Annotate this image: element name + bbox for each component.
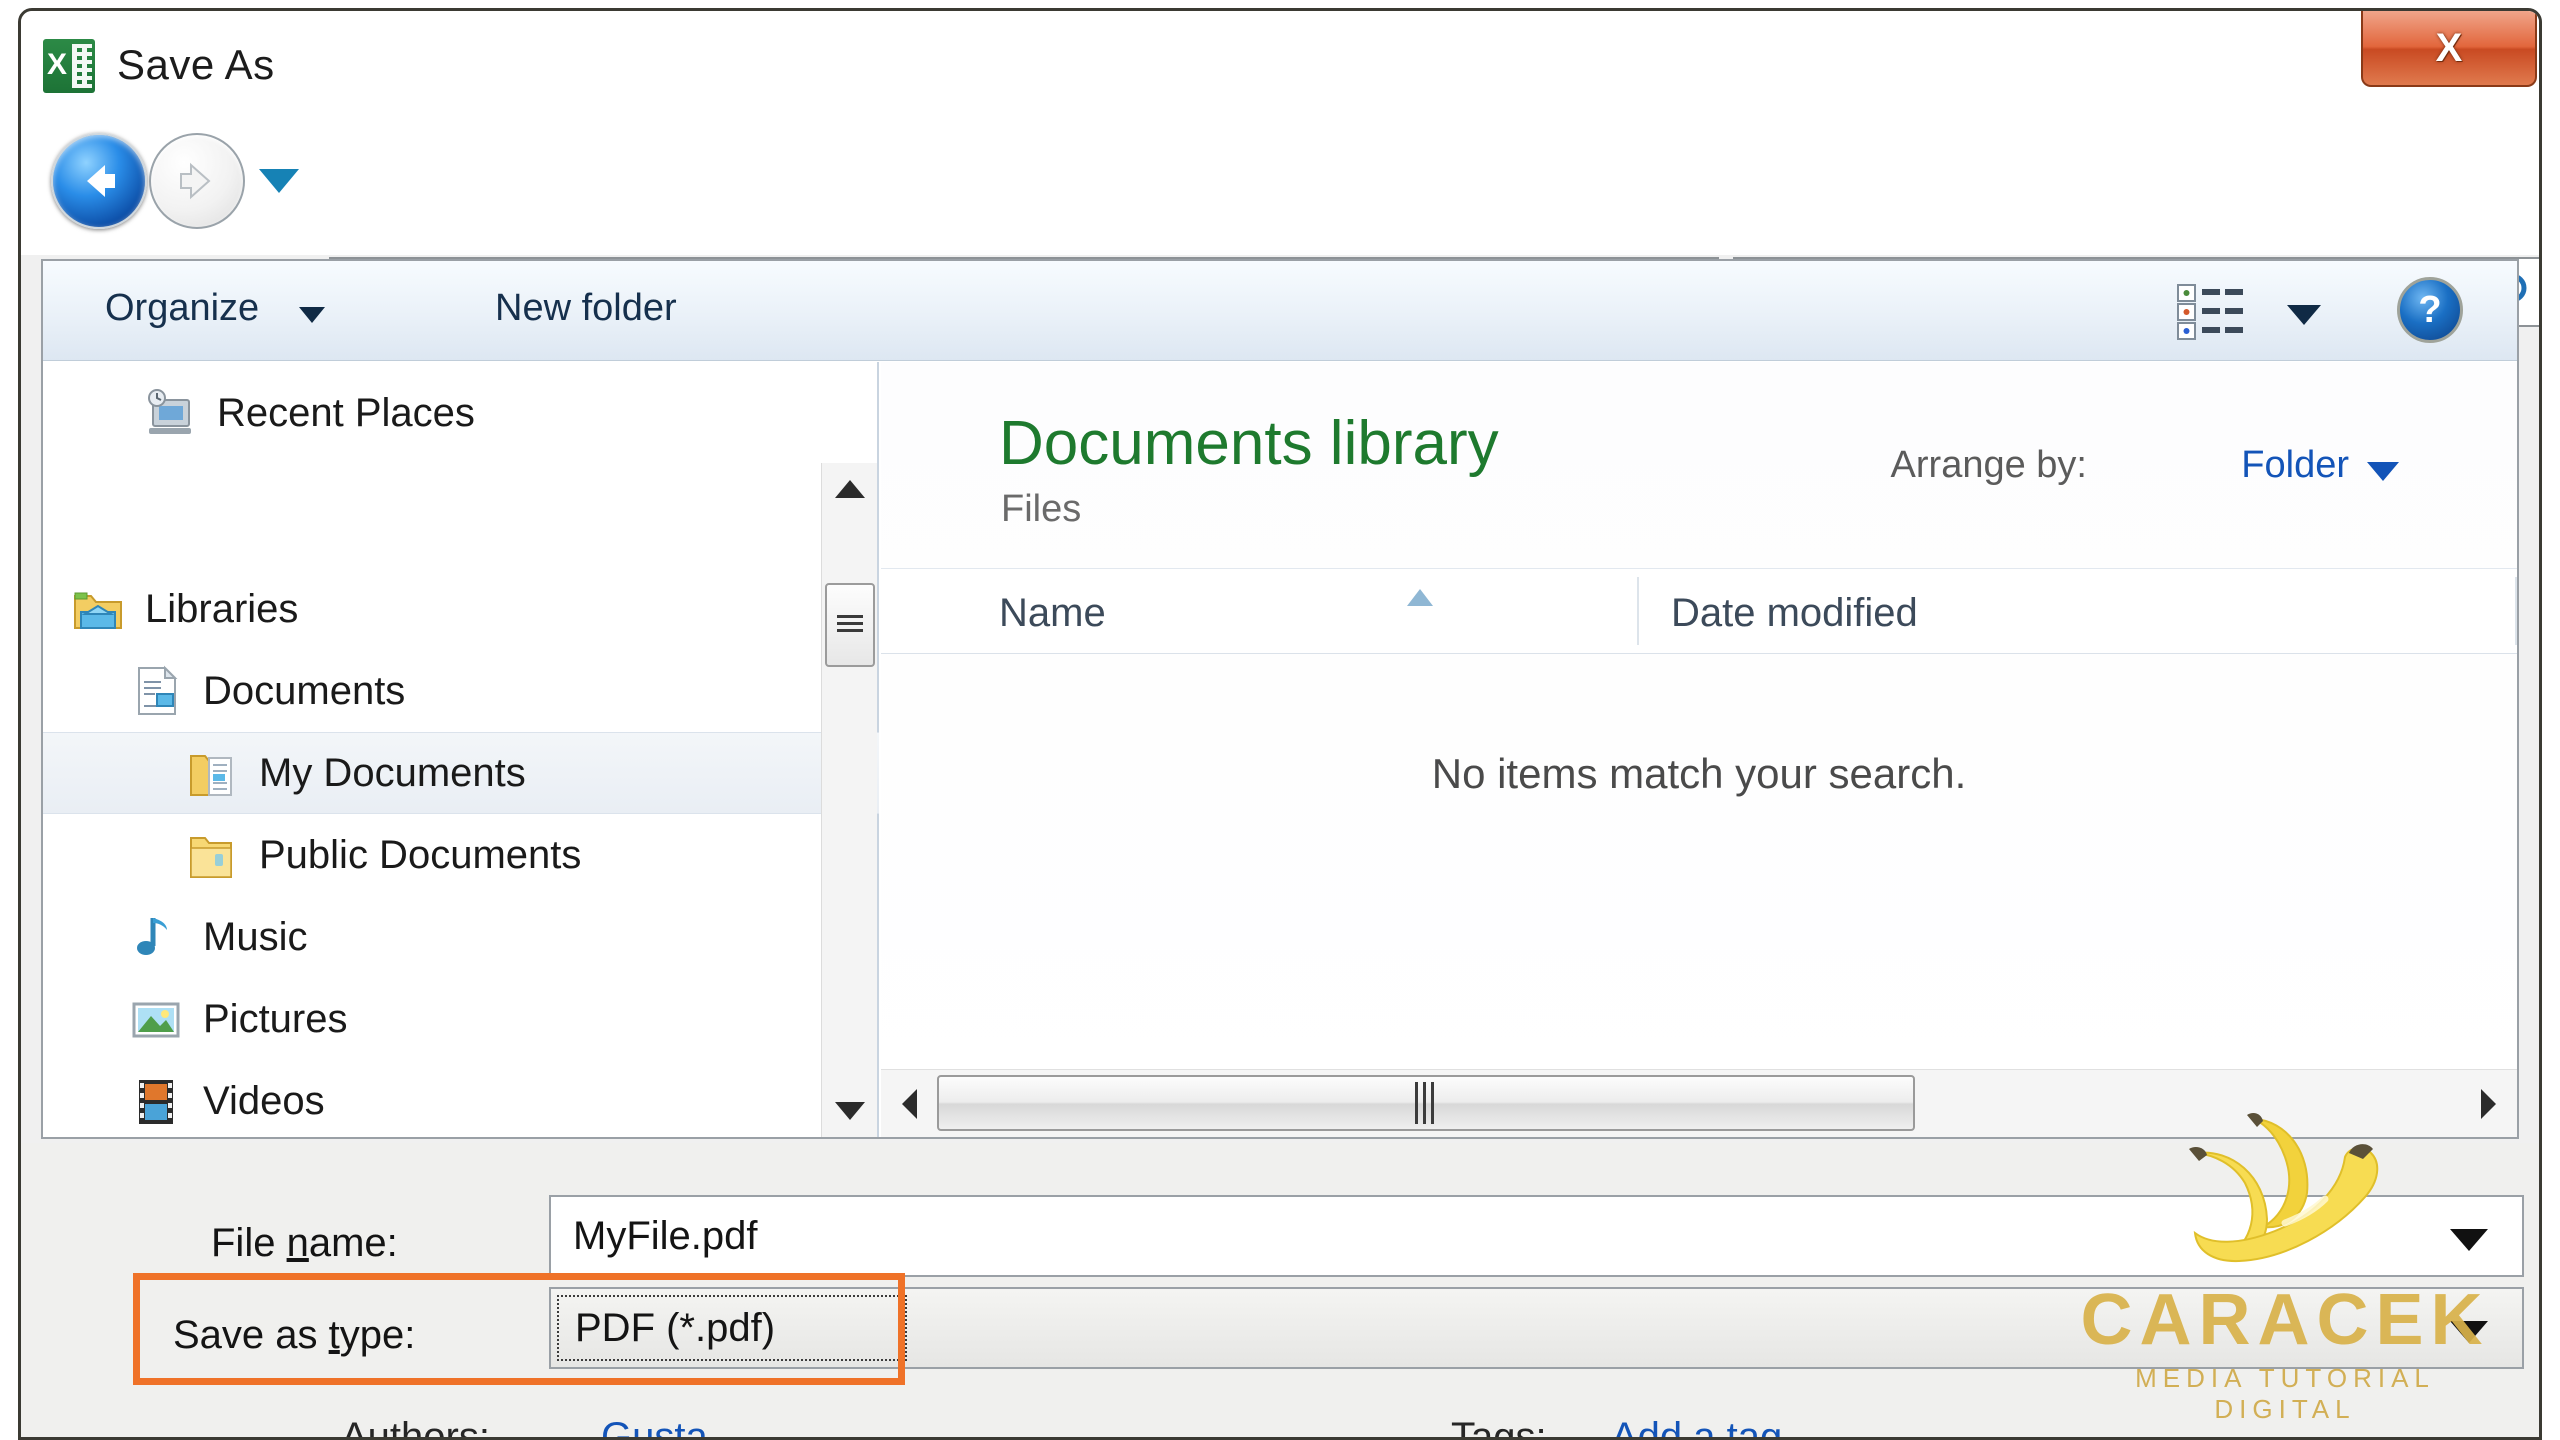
column-header-name[interactable]: Name xyxy=(999,589,1433,636)
file-name-input[interactable]: MyFile.pdf xyxy=(549,1195,2524,1277)
sidebar-item-libraries[interactable]: Libraries xyxy=(43,568,879,650)
sidebar-item-label: My Documents xyxy=(259,750,526,795)
list-view-icon[interactable] xyxy=(2177,283,2247,341)
recent-places-icon xyxy=(143,386,197,440)
my-documents-folder-icon xyxy=(185,746,239,800)
empty-state-message: No items match your search. xyxy=(1431,750,1967,797)
tags-label: Tags: xyxy=(1451,1415,1547,1440)
window-title: Save As xyxy=(117,41,275,88)
organize-button[interactable]: Organize xyxy=(105,287,259,330)
navigation-pane: Recent Places Libraries Documents My Doc… xyxy=(43,362,879,1137)
music-note-icon xyxy=(129,910,183,964)
forward-button[interactable] xyxy=(149,133,245,229)
scrollbar-thumb[interactable] xyxy=(825,583,875,667)
library-title: Documents library xyxy=(999,409,1499,478)
sidebar-item-recent-places[interactable]: Recent Places xyxy=(43,372,879,454)
save-as-type-value: PDF (*.pdf) xyxy=(575,1305,776,1350)
sidebar-item-documents[interactable]: Documents xyxy=(43,650,879,732)
sidebar-item-pictures[interactable]: Pictures xyxy=(43,978,879,1060)
sidebar-item-label: Libraries xyxy=(145,586,299,631)
column-divider[interactable] xyxy=(2515,577,2517,645)
scroll-left-arrow-icon[interactable] xyxy=(881,1070,937,1137)
view-dropdown-icon[interactable] xyxy=(2287,305,2321,325)
explorer-toolbar: Organize New folder ? xyxy=(43,261,2517,361)
navigation-bar: ▸ Libraries ▸ Documents ▸ Files Search F… xyxy=(21,115,2539,327)
help-question-icon: ? xyxy=(2418,288,2442,331)
sidebar-item-label: Public Documents xyxy=(259,832,582,877)
authors-value[interactable]: Gusta xyxy=(601,1415,708,1437)
chevron-down-icon[interactable] xyxy=(2450,1321,2488,1343)
column-divider[interactable] xyxy=(1637,577,1639,645)
column-headers: Name Date modified xyxy=(881,568,2517,654)
sidebar-item-label: Videos xyxy=(203,1078,325,1123)
sidebar-item-public-documents[interactable]: Public Documents xyxy=(43,814,879,896)
sidebar-item-label: Recent Places xyxy=(217,390,475,435)
tags-value[interactable]: Add a tag xyxy=(1611,1415,1782,1437)
chevron-down-icon[interactable] xyxy=(299,307,325,323)
sidebar-item-my-documents[interactable]: My Documents xyxy=(43,732,879,814)
sidebar-item-label: Documents xyxy=(203,668,406,713)
save-options-footer: File name: MyFile.pdf Save as type: PDF … xyxy=(21,1143,2539,1437)
forward-arrow-icon xyxy=(180,162,211,200)
sidebar-item-label: Music xyxy=(203,914,308,959)
chevron-down-icon[interactable] xyxy=(2367,462,2399,481)
metadata-row: Authors: Gusta Tags: Add a tag xyxy=(21,1415,2539,1440)
sidebar-item-music[interactable]: Music xyxy=(43,896,879,978)
authors-label: Authors: xyxy=(341,1415,490,1440)
excel-icon: X xyxy=(43,39,95,93)
save-as-type-select[interactable]: PDF (*.pdf) xyxy=(549,1287,2524,1369)
history-dropdown-icon[interactable] xyxy=(259,169,299,193)
libraries-icon xyxy=(71,582,125,636)
library-subtitle: Files xyxy=(1001,488,1082,530)
new-folder-button[interactable]: New folder xyxy=(495,287,677,330)
file-name-label: File name: xyxy=(211,1221,398,1265)
sidebar-item-videos[interactable]: Videos xyxy=(43,1060,879,1137)
horizontal-scrollbar[interactable] xyxy=(881,1069,2517,1137)
back-arrow-icon xyxy=(87,165,115,197)
scroll-down-arrow-icon[interactable] xyxy=(822,1085,878,1137)
scroll-right-arrow-icon[interactable] xyxy=(2461,1070,2517,1137)
pictures-icon xyxy=(129,992,183,1046)
column-header-date-modified[interactable]: Date modified xyxy=(1671,591,1918,636)
close-icon: X xyxy=(2435,25,2463,70)
file-list-pane: Documents library Files Arrange by: Fold… xyxy=(881,362,2517,1137)
videos-film-icon xyxy=(129,1074,183,1128)
sidebar-scrollbar[interactable] xyxy=(821,463,877,1137)
back-button[interactable] xyxy=(51,133,147,229)
arrange-by-label: Arrange by: xyxy=(1890,444,2087,486)
title-bar: X Save As X xyxy=(21,11,2539,115)
save-as-dialog: X Save As X ▸ Libraries ▸ Documents ▸ xyxy=(18,8,2542,1440)
sidebar-item-label: Pictures xyxy=(203,996,348,1041)
scroll-up-arrow-icon[interactable] xyxy=(822,463,878,515)
help-button[interactable]: ? xyxy=(2397,277,2463,343)
save-as-type-label: Save as type: xyxy=(173,1313,416,1357)
scrollbar-thumb[interactable] xyxy=(937,1075,1915,1131)
chevron-down-icon[interactable] xyxy=(2450,1229,2488,1251)
sort-ascending-icon xyxy=(1407,589,1433,606)
public-documents-folder-icon xyxy=(185,828,239,882)
browser-panel: Organize New folder ? Recent Places Libr… xyxy=(41,259,2519,1139)
documents-library-icon xyxy=(129,664,183,718)
close-button[interactable]: X xyxy=(2361,11,2537,87)
file-name-value: MyFile.pdf xyxy=(573,1213,758,1258)
arrange-by-value[interactable]: Folder xyxy=(2241,444,2349,487)
